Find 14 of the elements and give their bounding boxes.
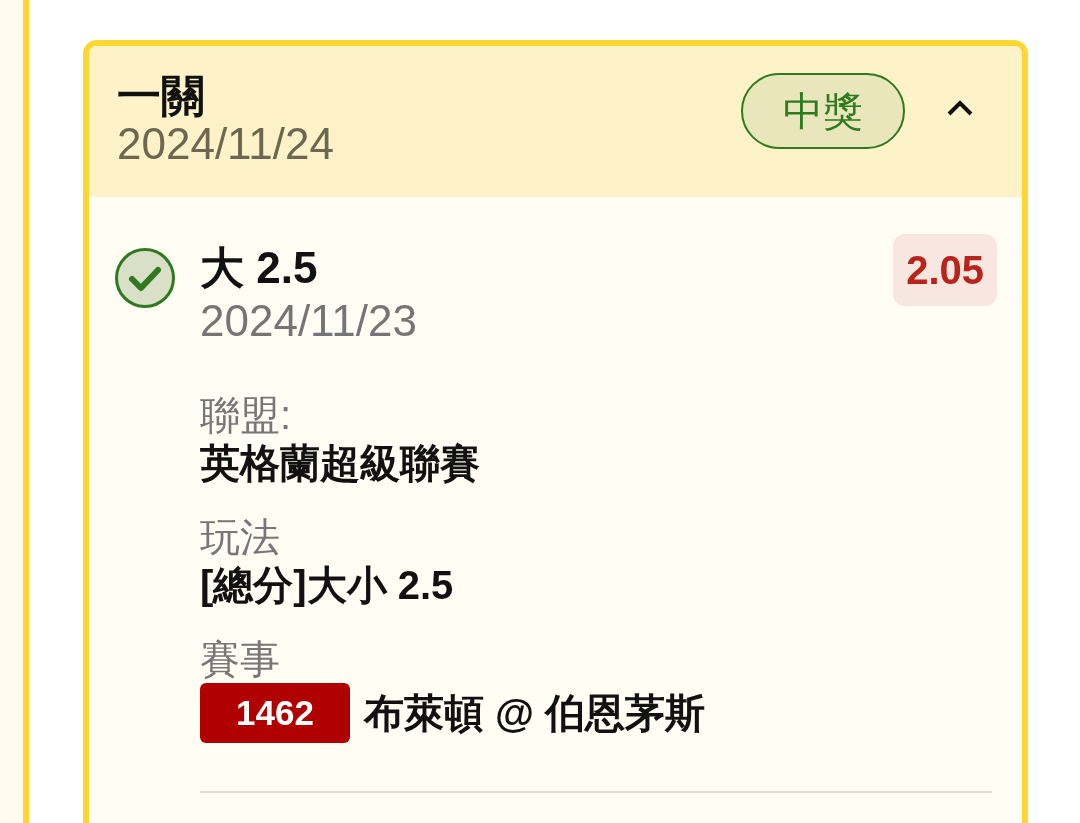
detail-value: [總分]大小 2.5 xyxy=(200,562,454,609)
bet-date: 2024/11/24 xyxy=(117,120,334,168)
bet-type-title: 一關 xyxy=(117,72,205,120)
selection-pick: 大 2.5 xyxy=(200,244,318,292)
detail-label: 賽事 xyxy=(200,636,280,683)
match-teams: 布萊頓 @ 伯恩茅斯 xyxy=(363,690,706,737)
chevron-up-icon[interactable] xyxy=(946,99,974,117)
match-number-tag: 1462 xyxy=(200,683,350,743)
detail-label: 聯盟: xyxy=(200,392,292,439)
detail-value: 英格蘭超級聯賽 xyxy=(200,440,480,487)
detail-label: 玩法 xyxy=(200,514,280,561)
odds-value: 2.05 xyxy=(893,234,997,306)
result-tag: 中獎 xyxy=(741,73,905,149)
selection-date: 2024/11/23 xyxy=(200,297,417,345)
